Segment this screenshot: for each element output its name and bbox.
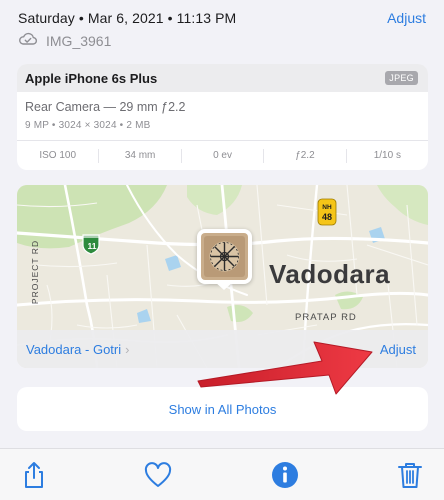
info-button[interactable] — [269, 459, 301, 491]
lens-info: Rear Camera — 29 mm ƒ2.2 — [25, 100, 186, 114]
exif-iso: ISO 100 — [17, 148, 100, 163]
project-rd-label: PROJECT RD — [30, 239, 41, 305]
file-row: IMG_3961 — [18, 30, 111, 52]
format-badge: JPEG — [385, 71, 418, 85]
device-name: Apple iPhone 6s Plus — [25, 70, 158, 86]
city-label: Vadodara — [269, 259, 391, 289]
adjust-date-button[interactable]: Adjust — [387, 10, 426, 26]
header: Saturday • Mar 6, 2021 • 11:13 PM Adjust — [18, 8, 426, 28]
file-name: IMG_3961 — [46, 33, 112, 49]
share-button[interactable] — [18, 459, 50, 491]
cloud-icon — [18, 31, 38, 52]
info-icon — [272, 462, 298, 488]
photo-location-pin[interactable] — [197, 229, 252, 284]
delete-button[interactable] — [394, 459, 426, 491]
share-icon — [25, 462, 43, 488]
exif-focal-length: 34 mm — [99, 148, 182, 163]
pin-pointer — [215, 282, 233, 290]
show-in-all-photos-button[interactable]: Show in All Photos — [17, 387, 428, 431]
date-time-label: Saturday • Mar 6, 2021 • 11:13 PM — [18, 10, 237, 26]
pratap-rd-label: PRATAP RD — [295, 312, 357, 323]
location-link[interactable]: Vadodara - Gotri › — [26, 342, 129, 357]
camera-info-card: Apple iPhone 6s Plus JPEG Rear Camera — … — [17, 64, 428, 170]
bottom-toolbar — [0, 448, 444, 500]
image-specs: 9 MP • 3024 × 3024 • 2 MB — [25, 120, 151, 131]
trash-icon — [398, 463, 422, 488]
exif-row: ISO 100 34 mm 0 ev ƒ2.2 1/10 s — [17, 140, 428, 170]
location-map-card[interactable]: 11 NH 48 PROJECT RD PRATAP RD Vadodara V… — [17, 185, 428, 368]
highway-11-label: 11 — [88, 241, 97, 251]
nh-label: NH — [322, 204, 332, 211]
heart-icon — [144, 462, 172, 487]
exif-aperture: ƒ2.2 — [264, 148, 347, 163]
nh48-label: 48 — [322, 212, 332, 222]
exif-exposure: 0 ev — [182, 148, 265, 163]
location-bar: Vadodara - Gotri › Adjust — [17, 330, 428, 368]
photo-thumbnail — [201, 233, 248, 280]
camera-card-header: Apple iPhone 6s Plus JPEG — [17, 64, 428, 92]
exif-shutter: 1/10 s — [373, 149, 401, 161]
chevron-right-icon: › — [125, 341, 130, 357]
adjust-location-button[interactable]: Adjust — [380, 342, 416, 357]
location-name[interactable]: Vadodara - Gotri — [26, 342, 121, 357]
favorite-button[interactable] — [142, 459, 174, 491]
